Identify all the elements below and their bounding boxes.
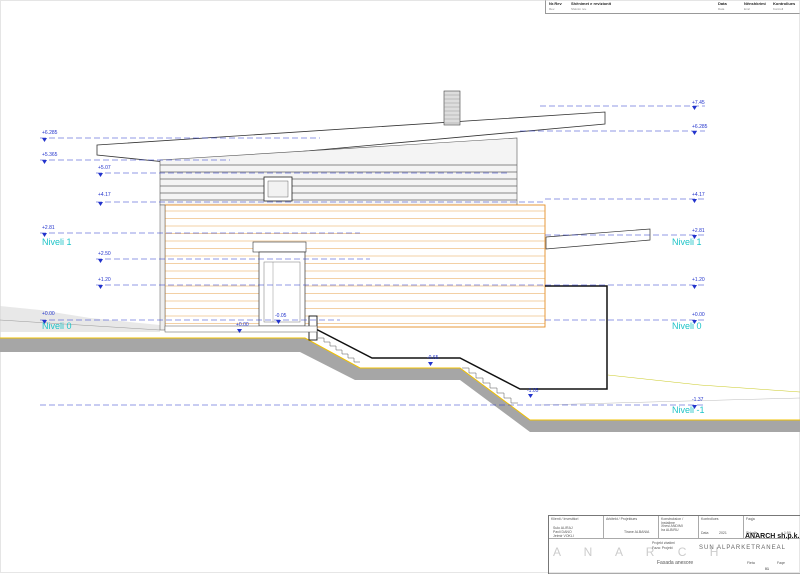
elevation-marker [98,202,103,206]
elevation-label: -0.05 [275,313,287,319]
elevation-label: +4.17 [98,192,111,198]
level-label-niveli-1-right: Niveli 1 [672,237,702,247]
elevation-label: +6.285 [42,130,58,136]
tb-client-header: Klienti / Investitori [551,517,579,521]
lower-siding [159,204,546,331]
level-label-niveli-0-right: Niveli 0 [672,321,702,331]
tb-page-header: Faqja [746,517,755,521]
elevation-label: +7.45 [692,100,705,106]
tb-date-value: 2021 [719,531,727,535]
tb-drawing-name: Fasada anesore [657,560,694,566]
elevation-label: -1.05 [527,388,539,394]
elevation-marker [98,259,103,263]
elevation-marker [528,394,533,398]
title-block: Klienti / Investitori Sulo ALIRAJ Pavli … [548,515,800,574]
elevation-label: +5.07 [98,165,111,171]
tb-small: Tirane ALBANIA [624,530,650,534]
elevation-label: -1.37 [692,397,704,403]
tb-architect-header: Arkitekt / Projektues [606,517,638,521]
tb-project: SUN ALPARKETRANEAL [699,545,786,551]
elevation-label: +6.285 [692,124,708,130]
elevation-label: +5.365 [42,152,58,158]
tb-sheet-value: 01 [765,567,769,571]
chimney [443,90,461,126]
elevation-marker [428,362,433,366]
tb-page-label: Faqe [777,561,785,565]
elevation-marker [692,131,697,135]
tb-company: ANARCH sh.p.k. [745,533,800,540]
side-canopy [545,228,651,250]
tb-control-header: Kontrollues [701,517,719,521]
elevation-label: +2.81 [692,228,705,234]
tb-date-label: Data [701,531,709,535]
tb-name: Ira ALBIRU [661,528,679,532]
elevation-drawing [0,0,800,573]
tb-small: Faza: Projekt [652,546,673,550]
elevation-label: +0.00 [236,322,249,328]
elevation-label: +1.20 [98,277,111,283]
tb-small: Projekt zbatimi [652,541,675,545]
elevation-marker [98,173,103,177]
elevation-label: -0.65 [427,355,439,361]
elevation-marker [98,285,103,289]
tb-sheet-label: Fleta [747,561,755,565]
level-label-niveli-0-left: Niveli 0 [42,321,72,331]
level-label-niveli-minus-1-right: Niveli -1 [672,405,705,415]
elevation-marker [692,285,697,289]
level-label-niveli-1-left: Niveli 1 [42,237,72,247]
elevation-marker [692,106,697,110]
elevation-marker [42,138,47,142]
elevation-label: +2.81 [42,225,55,231]
tb-name: Jetmir VOKLI [553,534,574,538]
elevation-label: +0.00 [42,311,55,317]
elevation-label: +1.20 [692,277,705,283]
elevation-marker [42,160,47,164]
elevation-label: +2.50 [98,251,111,257]
drawing-sheet: Nr.Rev Shënimet e revizionit Data Nënshk… [0,0,800,574]
elevation-label: +0.00 [692,312,705,318]
elevation-label: +4.17 [692,192,705,198]
elevation-marker [692,199,697,203]
